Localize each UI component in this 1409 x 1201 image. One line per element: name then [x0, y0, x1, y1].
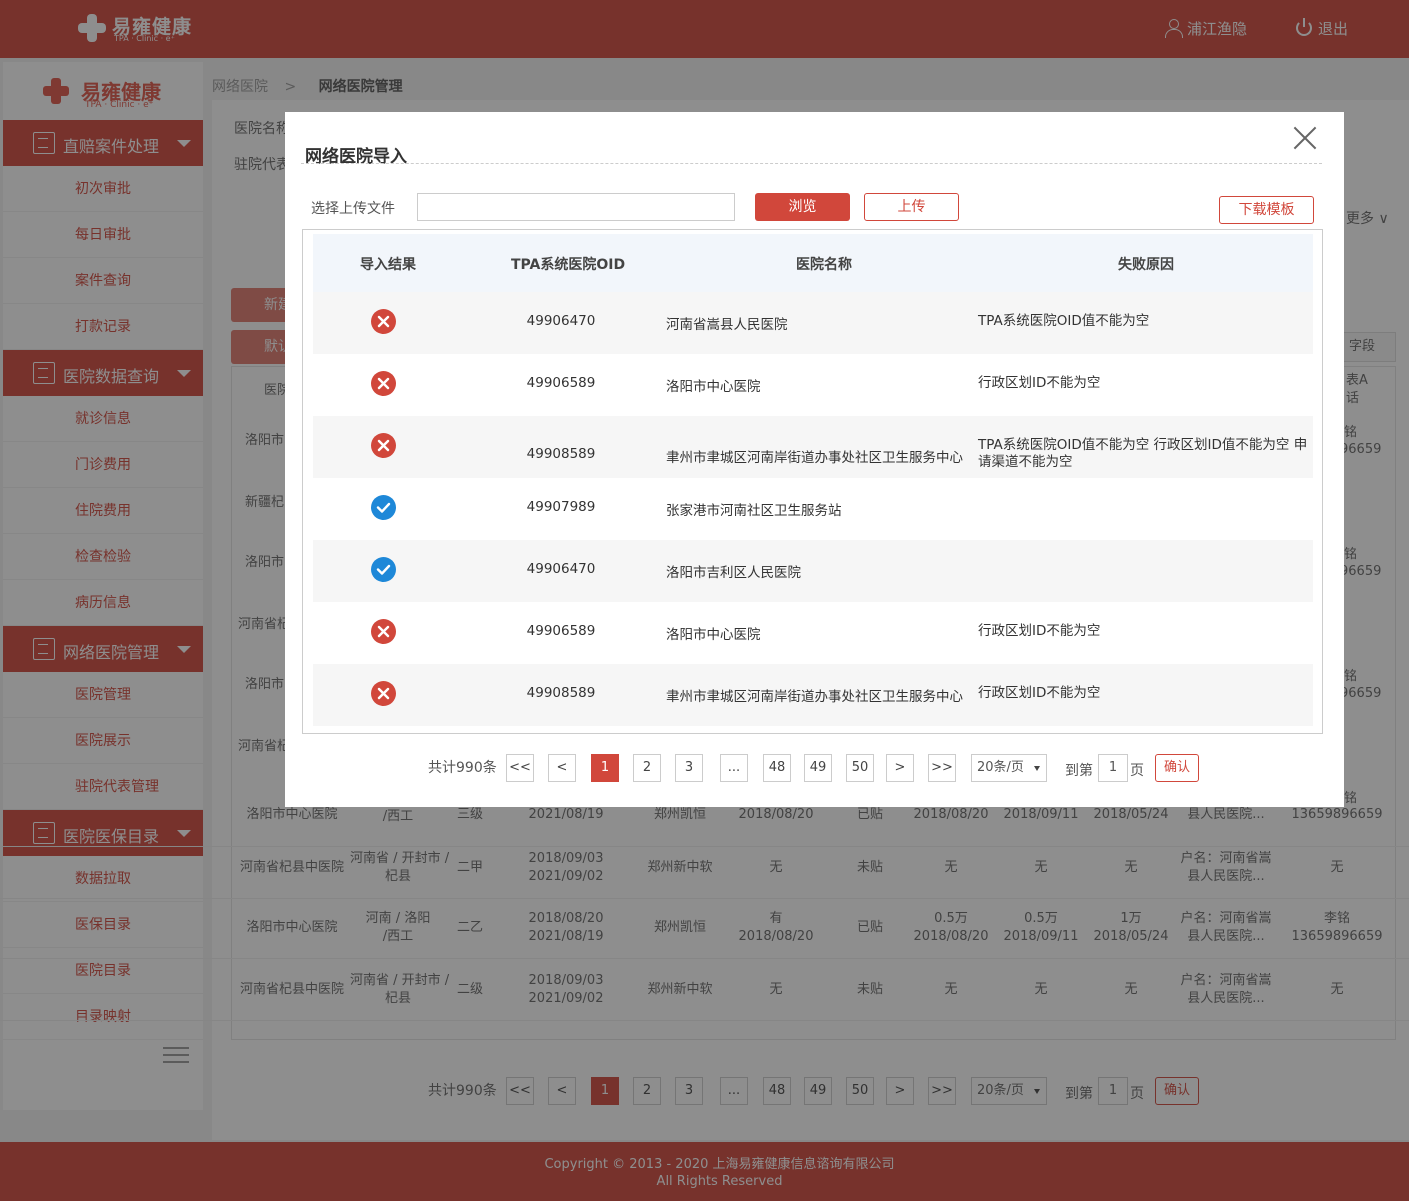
tpa-oid-cell: 49906589 — [526, 375, 596, 391]
browse-button[interactable]: 浏览 — [755, 193, 850, 221]
goto-page-input[interactable]: 1 — [1098, 754, 1128, 782]
upload-file-label: 选择上传文件 — [311, 201, 395, 217]
hospital-name-cell: 聿州市聿城区河南岸街道办事处社区卫生服务中心 — [666, 450, 963, 466]
next-page-button[interactable]: > — [886, 754, 914, 782]
tpa-oid-cell: 49906589 — [526, 623, 596, 639]
hospital-name-cell: 洛阳市吉利区人民医院 — [666, 565, 801, 581]
column-header-failure-reason: 失败原因 — [1118, 257, 1174, 273]
hospital-name-cell: 聿州市聿城区河南岸街道办事处社区卫生服务中心 — [666, 689, 963, 705]
page-button-3[interactable]: 3 — [675, 754, 703, 782]
hospital-name-cell: 洛阳市中心医院 — [666, 627, 761, 643]
title-divider — [301, 163, 1322, 164]
page-button-2[interactable]: 2 — [633, 754, 661, 782]
tpa-oid-cell: 49906470 — [526, 561, 596, 577]
check-circle-icon — [371, 557, 396, 582]
last-page-button[interactable]: >> — [928, 754, 956, 782]
error-circle-icon — [371, 371, 396, 396]
upload-button[interactable]: 上传 — [864, 193, 959, 221]
error-circle-icon — [371, 681, 396, 706]
download-template-button[interactable]: 下载模板 — [1219, 196, 1314, 224]
page-size-value: 20条/页 — [977, 760, 1024, 775]
goto-label: 到第 — [1065, 763, 1093, 779]
tpa-oid-cell: 49907989 — [526, 499, 596, 515]
goto-suffix: 页 — [1130, 763, 1144, 779]
table-row[interactable]: 49906470 洛阳市吉利区人民医院 — [313, 540, 1313, 602]
upload-file-input[interactable] — [417, 193, 735, 221]
close-icon[interactable] — [1293, 126, 1317, 150]
page-button-49[interactable]: 49 — [804, 754, 832, 782]
error-circle-icon — [371, 433, 396, 458]
table-row[interactable]: 49906470 河南省嵩县人民医院 TPA系统医院OID值不能为空 — [313, 292, 1313, 354]
first-page-button[interactable]: << — [506, 754, 534, 782]
hospital-name-cell: 河南省嵩县人民医院 — [666, 317, 788, 333]
table-row[interactable]: 49908589 聿州市聿城区河南岸街道办事处社区卫生服务中心 TPA系统医院OID… — [313, 416, 1313, 478]
error-circle-icon — [371, 309, 396, 334]
dialog-pagination: 共计990条 << <1 2 3... 48 49 50 > >> 20条/页 到第 1 页确认 — [428, 754, 1218, 782]
failure-reason-cell: TPA系统医院OID值不能为空 — [978, 313, 1150, 329]
tpa-oid-cell: 49908589 — [526, 446, 596, 462]
column-header-hospital-name: 医院名称 — [796, 257, 852, 273]
table-row[interactable]: 49906589 洛阳市中心医院 行政区划ID不能为空 — [313, 602, 1313, 664]
prev-page-button[interactable]: < — [548, 754, 576, 782]
check-circle-icon — [371, 495, 396, 520]
table-header: 导入结果 TPA系统医院OID 医院名称 失败原因 — [313, 234, 1313, 292]
tpa-oid-cell: 49906470 — [526, 313, 596, 329]
page-button-50[interactable]: 50 — [846, 754, 874, 782]
page-button-1[interactable]: 1 — [591, 754, 619, 782]
goto-confirm-button[interactable]: 确认 — [1155, 754, 1199, 782]
hospital-name-cell: 洛阳市中心医院 — [666, 379, 761, 395]
page-size-select[interactable]: 20条/页 — [971, 754, 1047, 782]
tpa-oid-cell: 49908589 — [526, 685, 596, 701]
table-row[interactable]: 49906589 洛阳市中心医院 行政区划ID不能为空 — [313, 354, 1313, 416]
import-dialog: 网络医院导入 选择上传文件 浏览 上传 下载模板 导入结果 TPA系统医院OID… — [285, 112, 1344, 807]
failure-reason-cell: 行政区划ID不能为空 — [978, 375, 1101, 391]
page-button-48[interactable]: 48 — [763, 754, 791, 782]
hospital-name-cell: 张家港市河南社区卫生服务站 — [666, 503, 842, 519]
table-row[interactable]: 49908589 聿州市聿城区河南岸街道办事处社区卫生服务中心 行政区划ID不能为空 — [313, 664, 1313, 726]
failure-reason-cell: 行政区划ID不能为空 — [978, 685, 1101, 701]
column-header-result: 导入结果 — [360, 257, 416, 273]
table-row[interactable]: 49907989 张家港市河南社区卫生服务站 — [313, 478, 1313, 540]
column-header-oid: TPA系统医院OID — [511, 257, 626, 273]
page-button-...[interactable]: ... — [720, 754, 748, 782]
dropdown-arrow-icon — [1034, 766, 1040, 771]
error-circle-icon — [371, 619, 396, 644]
failure-reason-cell: TPA系统医院OID值不能为空 行政区划ID值不能为空 申请渠道不能为空 — [978, 437, 1308, 470]
import-result-table: 导入结果 TPA系统医院OID 医院名称 失败原因 49906470 河南省嵩县人… — [302, 229, 1323, 734]
pagination-total: 共计990条 — [428, 760, 497, 776]
failure-reason-cell: 行政区划ID不能为空 — [978, 623, 1101, 639]
